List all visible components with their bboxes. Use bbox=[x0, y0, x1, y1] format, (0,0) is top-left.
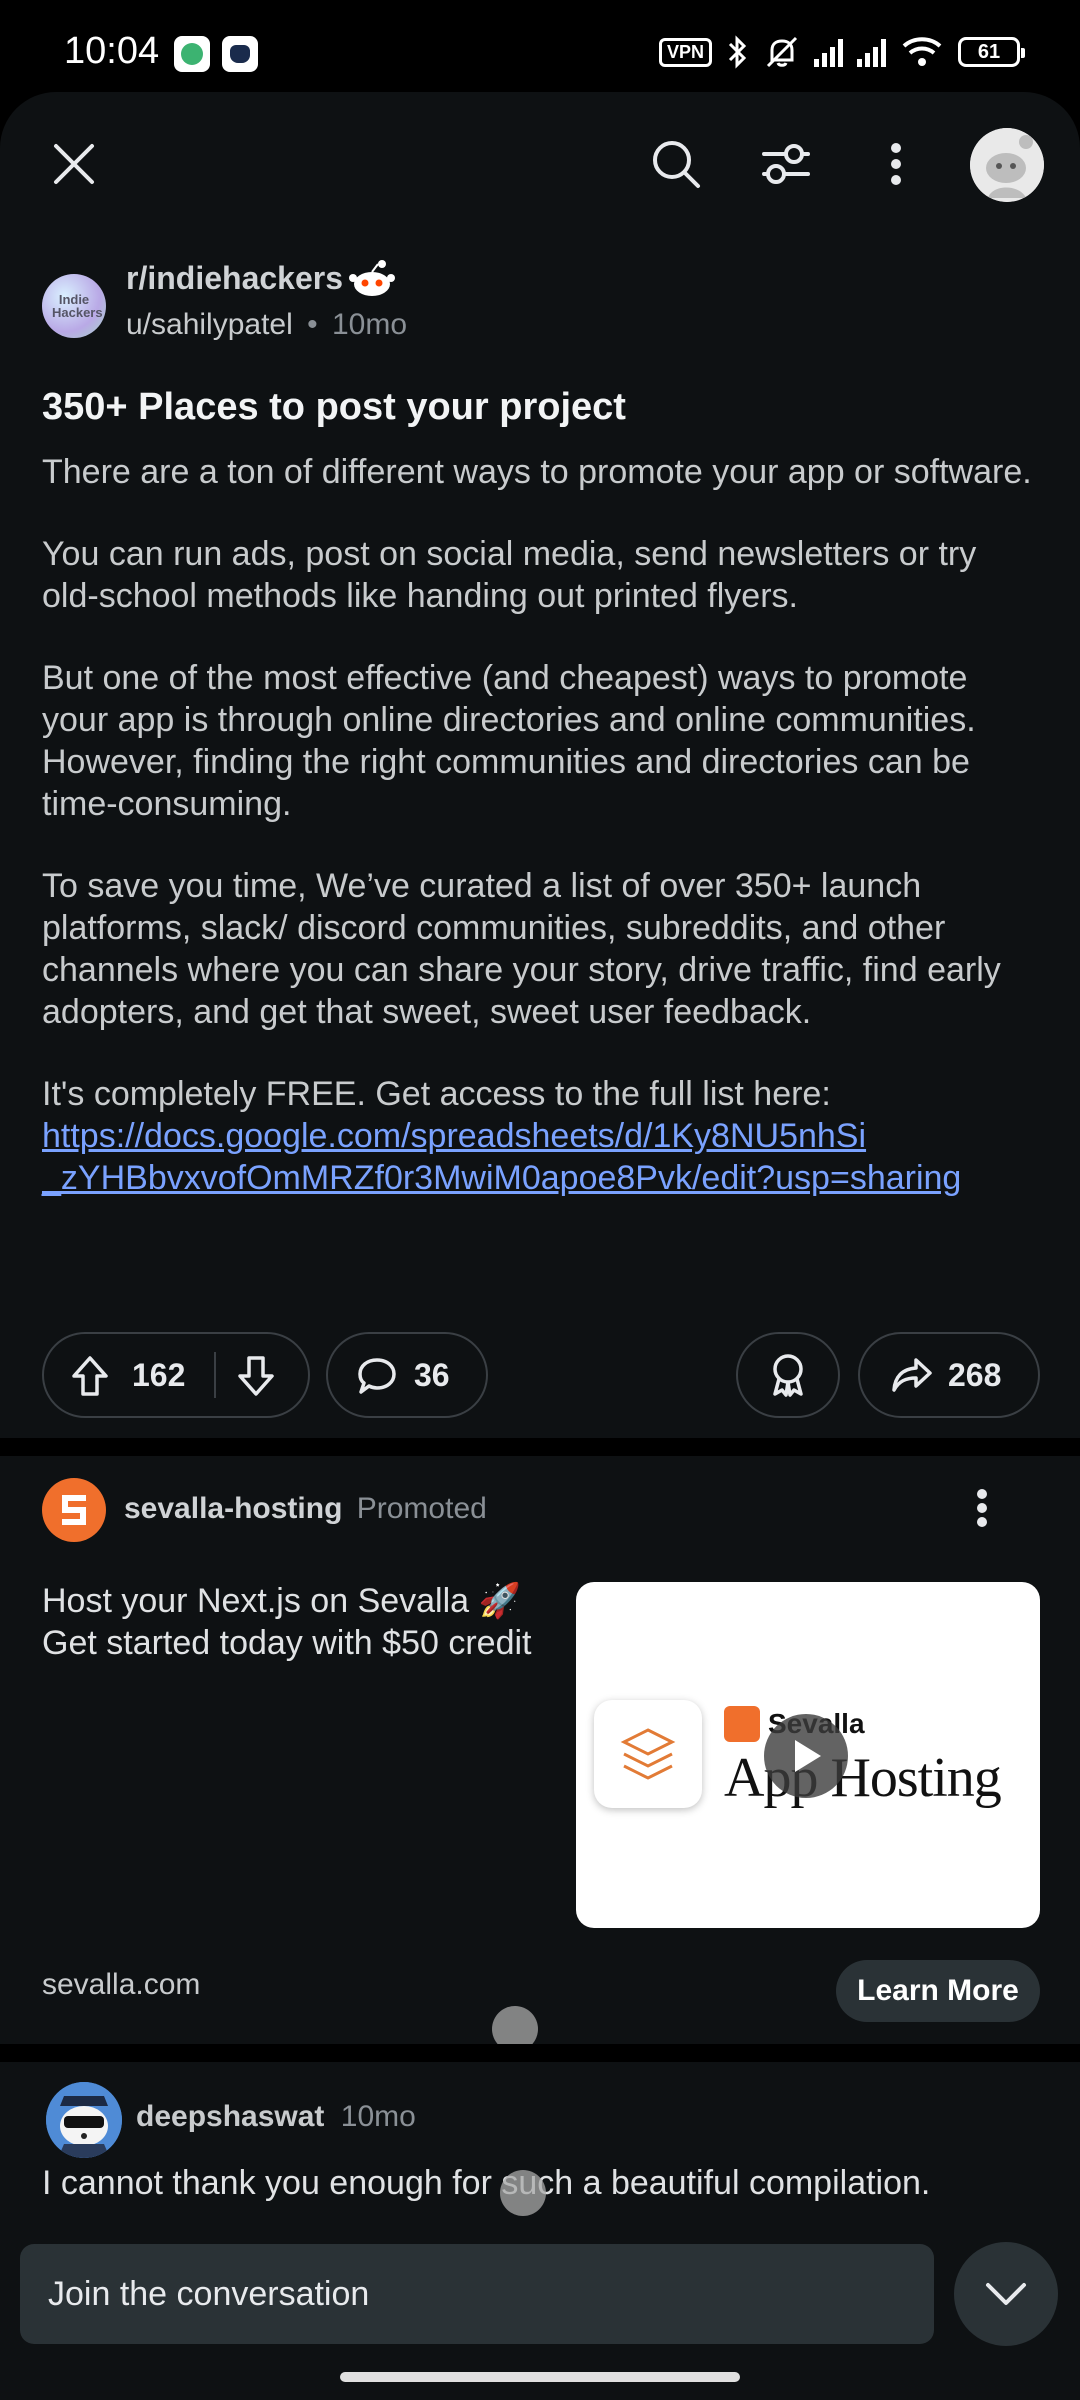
award-icon bbox=[773, 1354, 803, 1397]
post-paragraph: You can run ads, post on social media, s… bbox=[42, 535, 977, 615]
user-avatar[interactable] bbox=[970, 128, 1044, 202]
post-paragraph: But one of the most effective (and cheap… bbox=[42, 659, 976, 823]
status-time: 10:04 bbox=[64, 30, 160, 72]
ad-text: Host your Next.js on Sevalla 🚀 Get start… bbox=[42, 1582, 532, 1662]
status-bar: 10:04 VPN 61 bbox=[0, 0, 1080, 100]
post: Indie Hackers r/indiehackers u/sahilypat… bbox=[42, 242, 1042, 1199]
vote-group: 162 bbox=[42, 1332, 310, 1418]
status-icons: VPN 61 bbox=[658, 30, 1025, 74]
home-indicator[interactable] bbox=[340, 2372, 740, 2382]
post-link-line: _zYHBbvxvofOmMRZf0r3MwiM0apoe8Pvk/edit?u… bbox=[42, 1159, 962, 1197]
app-icon bbox=[594, 1700, 702, 1808]
search-button[interactable] bbox=[636, 124, 716, 204]
bluetooth-icon bbox=[728, 35, 747, 69]
upvote-button[interactable] bbox=[70, 1354, 110, 1406]
subreddit-avatar-text: Indie Hackers bbox=[52, 292, 103, 320]
post-cta-text: It's completely FREE. Get access to the … bbox=[42, 1075, 831, 1113]
advertiser-name[interactable]: sevalla-hosting bbox=[124, 1492, 342, 1525]
mute-bell-icon bbox=[766, 36, 798, 68]
wifi-icon bbox=[902, 37, 942, 66]
post-sheet: Indie Hackers r/indiehackers u/sahilypat… bbox=[0, 92, 1080, 2400]
signal-icon bbox=[814, 37, 843, 67]
collapse-button[interactable] bbox=[954, 2242, 1058, 2346]
upvote-count: 162 bbox=[132, 1356, 186, 1393]
touch-indicator bbox=[500, 2170, 546, 2216]
vpn-icon: VPN bbox=[658, 37, 712, 67]
more-vertical-icon bbox=[891, 143, 901, 185]
sort-filter-button[interactable] bbox=[746, 124, 826, 204]
share-count: 268 bbox=[948, 1356, 1002, 1393]
signal-icon bbox=[857, 37, 886, 67]
downvote-button[interactable] bbox=[236, 1354, 276, 1406]
battery-icon: 61 bbox=[958, 37, 1025, 67]
advertiser-logo[interactable] bbox=[42, 1478, 106, 1542]
learn-more-button[interactable]: Learn More bbox=[836, 1960, 1040, 2022]
post-body: There are a ton of different ways to pro… bbox=[42, 451, 1042, 1199]
subreddit-name[interactable]: r/indiehackers bbox=[126, 260, 343, 297]
upvote-arrow-icon bbox=[72, 1356, 108, 1396]
ad-video-thumbnail[interactable]: Sevalla App Hosting bbox=[576, 1582, 1040, 1928]
panda-avatar-icon bbox=[46, 2082, 122, 2158]
subreddit-avatar[interactable]: Indie Hackers bbox=[42, 274, 106, 338]
post-author[interactable]: u/sahilypatel bbox=[126, 308, 293, 341]
search-icon bbox=[653, 141, 700, 188]
post-paragraph: To save you time, We’ve curated a list o… bbox=[42, 867, 1001, 1031]
comment-author[interactable]: deepshaswat bbox=[136, 2100, 324, 2133]
post-actions: 162 36 268 bbox=[42, 1332, 1040, 1418]
sevalla-mini-logo bbox=[724, 1706, 760, 1742]
post-link[interactable]: https://docs.google.com/spreadsheets/d/1… bbox=[42, 1117, 961, 1197]
app-notification-icon bbox=[174, 36, 210, 72]
promoted-post[interactable]: sevalla-hosting Promoted Host your Next.… bbox=[0, 1458, 1080, 2052]
post-title: 350+ Places to post your project bbox=[42, 386, 626, 428]
app-notification-icon bbox=[222, 36, 258, 72]
section-divider bbox=[0, 1438, 1080, 1456]
sliders-icon bbox=[762, 144, 810, 184]
join-conversation-input[interactable]: Join the conversation bbox=[20, 2244, 934, 2344]
ad-header: sevalla-hosting Promoted bbox=[124, 1492, 487, 1526]
sevalla-logo-icon bbox=[62, 1495, 86, 1525]
close-button[interactable] bbox=[34, 124, 114, 204]
more-options-button[interactable] bbox=[856, 124, 936, 204]
commenter-avatar[interactable] bbox=[46, 2082, 122, 2158]
post-link-line: https://docs.google.com/spreadsheets/d/1… bbox=[42, 1117, 867, 1155]
reddit-snoo-icon bbox=[970, 128, 1044, 202]
downvote-arrow-icon bbox=[238, 1356, 274, 1396]
comment-text: I cannot thank you enough for such a bea… bbox=[42, 2164, 931, 2202]
top-bar bbox=[0, 92, 1080, 242]
section-divider bbox=[0, 2044, 1080, 2062]
comment-bubble-icon bbox=[358, 1358, 396, 1394]
layers-icon bbox=[620, 1728, 676, 1780]
ad-more-button[interactable] bbox=[976, 1488, 988, 1533]
play-button[interactable] bbox=[764, 1714, 848, 1798]
more-vertical-icon bbox=[977, 1489, 987, 1527]
meta-separator: • bbox=[307, 308, 318, 341]
share-button[interactable]: 268 bbox=[858, 1332, 1040, 1418]
comment-count: 36 bbox=[414, 1356, 450, 1393]
reddit-snoo-icon bbox=[349, 260, 395, 296]
award-button[interactable] bbox=[736, 1332, 840, 1418]
post-header: Indie Hackers r/indiehackers u/sahilypat… bbox=[42, 242, 1042, 342]
promoted-label: Promoted bbox=[356, 1492, 487, 1525]
ad-domain[interactable]: sevalla.com bbox=[42, 1968, 200, 2002]
comments-button[interactable]: 36 bbox=[326, 1332, 488, 1418]
comment-age: 10mo bbox=[340, 2100, 416, 2133]
share-arrow-icon bbox=[892, 1358, 932, 1392]
post-meta: u/sahilypatel • 10mo bbox=[126, 308, 407, 342]
post-paragraph: There are a ton of different ways to pro… bbox=[42, 453, 1032, 491]
post-cta: It's completely FREE. Get access to the … bbox=[42, 1073, 1042, 1199]
close-icon bbox=[54, 144, 94, 184]
vote-divider bbox=[214, 1352, 216, 1398]
post-age: 10mo bbox=[331, 308, 408, 341]
comment-header: deepshaswat 10mo bbox=[136, 2100, 416, 2134]
play-icon bbox=[795, 1740, 821, 1772]
chevron-down-icon bbox=[986, 2283, 1026, 2305]
